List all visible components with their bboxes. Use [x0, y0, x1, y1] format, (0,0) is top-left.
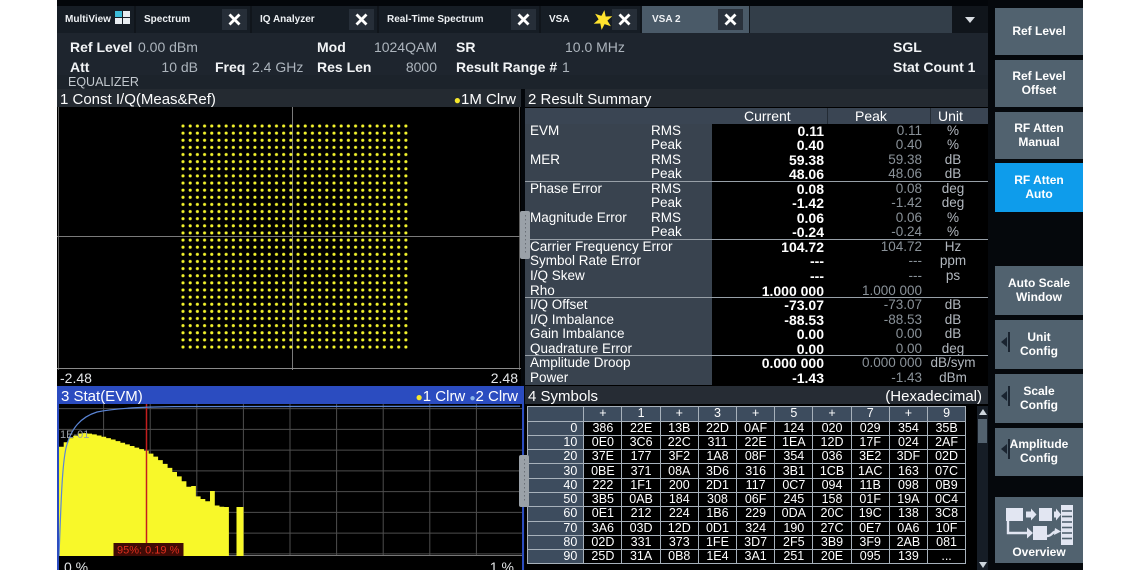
- svg-text:95%: 0.19 %: 95%: 0.19 %: [117, 545, 180, 557]
- svg-text:1E-01: 1E-01: [60, 429, 89, 441]
